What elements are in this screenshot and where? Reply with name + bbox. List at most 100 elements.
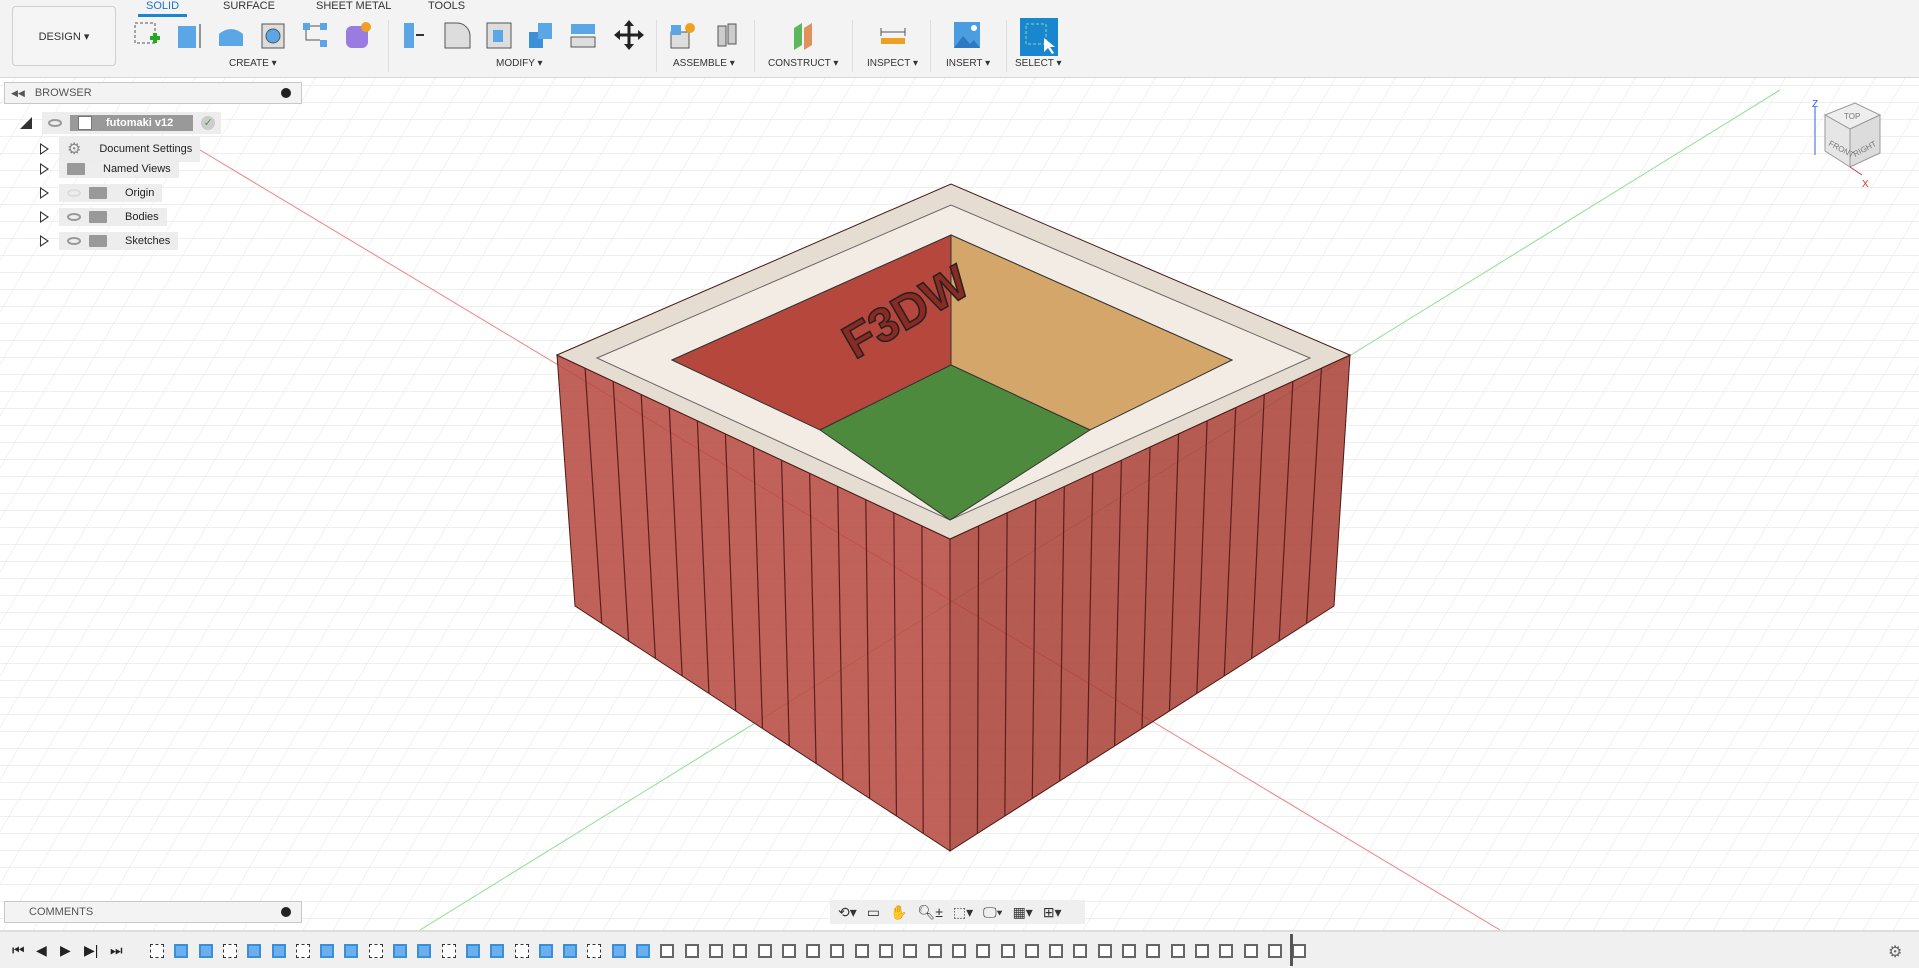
orbit-icon[interactable]: ⟲▾ xyxy=(838,904,857,921)
browser-item-named-views[interactable]: Named Views xyxy=(40,160,179,178)
comments-panel[interactable]: COMMENTS xyxy=(4,901,302,923)
timeline-feature[interactable] xyxy=(465,944,480,958)
expand-arrow-icon[interactable] xyxy=(40,163,49,175)
select-icon[interactable] xyxy=(1020,18,1058,56)
timeline-feature[interactable] xyxy=(271,944,286,958)
construct-plane-icon[interactable] xyxy=(788,20,818,50)
display-settings-icon[interactable]: 🖵▾ xyxy=(983,904,1002,921)
browser-minimize-icon[interactable] xyxy=(281,88,291,98)
go-to-end-icon[interactable]: ⏭ xyxy=(110,942,123,959)
joint-icon[interactable] xyxy=(712,20,742,50)
3d-viewport[interactable]: F3DW xyxy=(0,78,1919,930)
timeline-feature[interactable] xyxy=(150,944,164,958)
timeline-feature[interactable] xyxy=(198,944,213,958)
timeline-feature[interactable] xyxy=(976,944,991,958)
timeline-feature[interactable] xyxy=(1194,944,1209,958)
timeline-feature[interactable] xyxy=(320,944,335,958)
timeline-feature[interactable] xyxy=(514,944,529,958)
tab-surface[interactable]: SURFACE xyxy=(223,0,275,12)
move-icon[interactable] xyxy=(614,20,644,50)
timeline-feature[interactable] xyxy=(587,944,602,958)
timeline-feature[interactable] xyxy=(441,944,456,958)
pattern-icon[interactable] xyxy=(300,20,330,50)
form-icon[interactable] xyxy=(342,20,372,50)
timeline-feature[interactable] xyxy=(1170,944,1185,958)
timeline-feature[interactable] xyxy=(490,944,505,958)
hole-icon[interactable] xyxy=(258,20,288,50)
play-icon[interactable]: ▶ xyxy=(60,942,71,959)
go-to-start-icon[interactable]: ⏮ xyxy=(12,942,25,959)
combine-icon[interactable] xyxy=(526,20,556,50)
timeline-feature[interactable] xyxy=(1000,944,1015,958)
timeline-feature[interactable] xyxy=(1024,944,1039,958)
timeline-feature[interactable] xyxy=(660,944,675,958)
timeline-settings-gear-icon[interactable]: ⚙ xyxy=(1888,942,1902,962)
measure-icon[interactable] xyxy=(878,20,908,50)
add-comment-icon[interactable] xyxy=(281,907,291,917)
timeline-feature[interactable] xyxy=(733,944,748,958)
browser-item-document-settings[interactable]: ⚙ Document Settings xyxy=(40,136,201,162)
timeline-feature[interactable] xyxy=(1267,944,1282,958)
browser-item-origin[interactable]: Origin xyxy=(40,184,163,202)
timeline-feature[interactable] xyxy=(830,944,845,958)
tab-solid[interactable]: SOLID xyxy=(137,0,188,17)
timeline-feature[interactable] xyxy=(927,944,942,958)
timeline-feature[interactable] xyxy=(1243,944,1258,958)
tab-tools[interactable]: TOOLS xyxy=(428,0,465,12)
browser-item-sketches[interactable]: Sketches xyxy=(40,232,179,250)
grid-settings-icon[interactable]: ▦▾ xyxy=(1013,904,1033,921)
expand-arrow-icon[interactable] xyxy=(40,143,49,155)
design-workspace-button[interactable]: DESIGN ▾ xyxy=(12,6,116,66)
timeline-feature[interactable] xyxy=(393,944,407,958)
visibility-eye-icon[interactable] xyxy=(67,237,81,245)
visibility-eye-icon[interactable] xyxy=(67,213,81,221)
insert-menu[interactable]: INSERT ▾ xyxy=(946,58,990,69)
extrude-icon[interactable] xyxy=(174,20,204,50)
expand-arrow-icon[interactable] xyxy=(40,211,49,223)
fit-window-icon[interactable]: ⬚▾ xyxy=(953,904,973,921)
timeline-feature[interactable] xyxy=(174,944,189,958)
hidden-eye-icon[interactable] xyxy=(67,189,81,197)
new-component-icon[interactable] xyxy=(668,20,698,50)
timeline-feature[interactable] xyxy=(1097,944,1112,958)
create-menu[interactable]: CREATE ▾ xyxy=(229,58,277,69)
timeline-feature[interactable] xyxy=(538,944,553,958)
select-menu[interactable]: SELECT ▾ xyxy=(1015,58,1062,69)
timeline-feature[interactable] xyxy=(563,944,578,958)
view-cube[interactable]: TOP FRONT RIGHT Z X xyxy=(1800,95,1900,195)
timeline-feature[interactable] xyxy=(247,944,262,958)
press-pull-icon[interactable] xyxy=(400,20,430,50)
timeline-feature[interactable] xyxy=(222,944,237,958)
timeline-feature[interactable] xyxy=(903,944,918,958)
step-back-icon[interactable]: ◀ xyxy=(36,942,47,959)
collapse-browser-icon[interactable]: ◀◀ xyxy=(11,88,25,99)
step-forward-icon[interactable]: ▶| xyxy=(84,942,98,959)
timeline-feature[interactable] xyxy=(879,944,893,958)
timeline-feature[interactable] xyxy=(806,944,821,958)
viewports-icon[interactable]: ⊞▾ xyxy=(1043,904,1062,921)
timeline-feature[interactable] xyxy=(368,944,383,958)
fillet-icon[interactable] xyxy=(442,20,472,50)
expand-arrow-icon[interactable] xyxy=(40,187,49,199)
modify-menu[interactable]: MODIFY ▾ xyxy=(496,58,543,69)
look-at-icon[interactable]: ▭ xyxy=(867,904,880,921)
timeline-feature[interactable] xyxy=(781,944,796,958)
split-face-icon[interactable] xyxy=(568,20,598,50)
inspect-menu[interactable]: INSPECT ▾ xyxy=(867,58,918,69)
timeline-feature[interactable] xyxy=(1146,944,1161,958)
timeline-feature[interactable] xyxy=(757,944,772,958)
timeline-feature[interactable] xyxy=(611,944,626,958)
revolve-icon[interactable] xyxy=(216,20,246,50)
timeline-feature[interactable] xyxy=(1073,944,1088,958)
timeline-feature[interactable] xyxy=(344,944,359,958)
timeline-feature[interactable] xyxy=(417,944,432,958)
expand-arrow-icon[interactable] xyxy=(40,235,49,247)
timeline-feature[interactable] xyxy=(1219,944,1234,958)
timeline-feature[interactable] xyxy=(1122,944,1136,958)
construct-menu[interactable]: CONSTRUCT ▾ xyxy=(768,58,838,69)
tab-sheet-metal[interactable]: SHEET METAL xyxy=(316,0,391,12)
assemble-menu[interactable]: ASSEMBLE ▾ xyxy=(673,58,735,69)
timeline-feature[interactable] xyxy=(1292,944,1307,958)
browser-item-bodies[interactable]: Bodies xyxy=(40,208,167,226)
browser-root-item[interactable]: futomaki v12 ✓ xyxy=(20,112,222,134)
